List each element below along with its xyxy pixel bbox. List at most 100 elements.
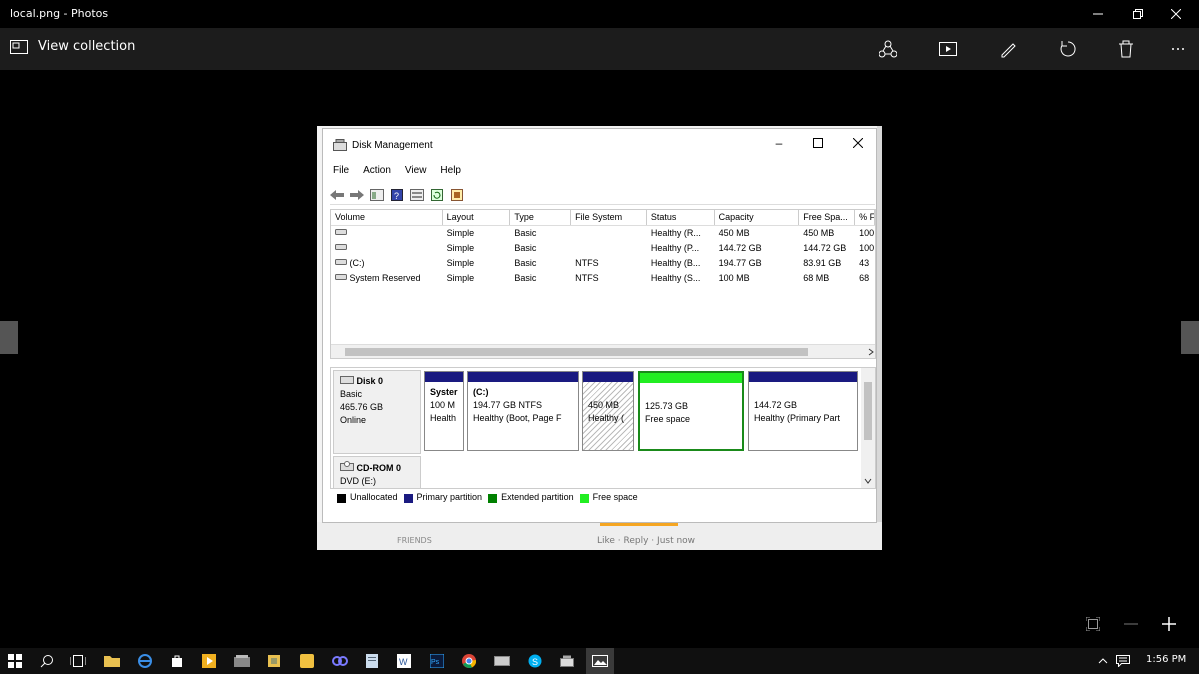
word-button[interactable]: W bbox=[395, 652, 413, 670]
media-app-button[interactable] bbox=[200, 652, 218, 670]
fit-icon bbox=[1086, 617, 1100, 631]
volume-cell bbox=[331, 226, 443, 241]
next-photo-button[interactable] bbox=[1181, 321, 1199, 354]
close-button[interactable] bbox=[1153, 0, 1199, 28]
like-reply-row: Like · Reply · Just now bbox=[597, 536, 696, 546]
partition-free-space[interactable]: 125.73 GB Free space bbox=[638, 371, 744, 451]
disk-management-window: Disk Management – File Action View Help … bbox=[322, 128, 877, 523]
fs-cell bbox=[571, 241, 647, 256]
photo-image: FRIENDS Like · Reply · Just now Disk Man… bbox=[317, 126, 882, 550]
app-button[interactable] bbox=[558, 652, 576, 670]
disk0-label[interactable]: Disk 0 Basic 465.76 GB Online bbox=[333, 370, 421, 454]
menu-action[interactable]: Action bbox=[363, 165, 391, 176]
table-row[interactable]: Simple Basic Healthy (P... 144.72 GB 144… bbox=[331, 241, 875, 256]
start-button[interactable] bbox=[6, 652, 24, 670]
table-row[interactable]: Simple Basic Healthy (R... 450 MB 450 MB… bbox=[331, 226, 875, 241]
col-layout[interactable]: Layout bbox=[443, 210, 511, 225]
col-capacity[interactable]: Capacity bbox=[715, 210, 800, 225]
layout-cell: Simple bbox=[446, 228, 475, 238]
scrollbar-thumb[interactable] bbox=[345, 348, 808, 356]
clock[interactable]: 1:56 PM bbox=[1146, 654, 1186, 665]
app-button[interactable] bbox=[298, 652, 316, 670]
photoshop-button[interactable]: Ps bbox=[428, 652, 446, 670]
share-button[interactable] bbox=[868, 28, 908, 70]
back-arrow-icon[interactable] bbox=[330, 188, 344, 201]
title-bar: local.png - Photos bbox=[0, 0, 1199, 28]
app-button[interactable] bbox=[265, 652, 283, 670]
partition-primary[interactable]: 144.72 GB Healthy (Primary Part bbox=[748, 371, 858, 451]
keyboard-app-button[interactable] bbox=[493, 652, 511, 670]
show-hide-console-icon[interactable] bbox=[370, 188, 384, 201]
search-button[interactable] bbox=[38, 652, 56, 670]
refresh-icon[interactable] bbox=[430, 188, 444, 201]
slideshow-button[interactable] bbox=[928, 28, 968, 70]
dm-close-button[interactable] bbox=[848, 135, 868, 151]
chrome-button[interactable] bbox=[460, 652, 478, 670]
free-cell: 144.72 GB bbox=[803, 243, 847, 253]
show-hidden-icons-button[interactable] bbox=[1094, 652, 1112, 670]
scroll-down-icon[interactable] bbox=[864, 478, 872, 484]
menu-view[interactable]: View bbox=[405, 165, 427, 176]
col-volume[interactable]: Volume bbox=[331, 210, 443, 225]
status-cell: Healthy (B... bbox=[650, 258, 701, 268]
edge-button[interactable] bbox=[136, 652, 154, 670]
rotate-button[interactable] bbox=[1048, 28, 1088, 70]
scroll-right-icon[interactable] bbox=[868, 348, 874, 356]
legend-unallocated: Unallocated bbox=[337, 492, 398, 503]
col-type[interactable]: Type bbox=[510, 210, 572, 225]
col-file-system[interactable]: File System bbox=[571, 210, 647, 225]
menu-file[interactable]: File bbox=[333, 165, 349, 176]
table-row[interactable]: (C:) Simple Basic NTFS Healthy (B... 194… bbox=[331, 256, 875, 271]
folder-icon bbox=[104, 656, 120, 667]
col-status[interactable]: Status bbox=[647, 210, 715, 225]
edit-button[interactable] bbox=[988, 28, 1028, 70]
disk0-name: Disk 0 bbox=[356, 376, 384, 386]
app-button[interactable] bbox=[233, 652, 251, 670]
drive-icon bbox=[335, 274, 347, 280]
media-icon bbox=[202, 654, 216, 668]
delete-button[interactable] bbox=[1106, 28, 1146, 70]
zoom-in-button[interactable] bbox=[1157, 612, 1181, 636]
minus-icon bbox=[1124, 623, 1138, 625]
help-icon[interactable]: ? bbox=[390, 188, 404, 201]
capacity-cell: 450 MB bbox=[718, 228, 750, 238]
layout-cell: Simple bbox=[446, 273, 475, 283]
skype-button[interactable]: S bbox=[526, 652, 544, 670]
dm-maximize-button[interactable] bbox=[808, 135, 828, 151]
properties-icon[interactable] bbox=[410, 188, 424, 201]
horizontal-scrollbar[interactable] bbox=[331, 344, 875, 358]
type-cell: Basic bbox=[514, 258, 537, 268]
app-button[interactable] bbox=[331, 652, 349, 670]
capacity-cell: 194.77 GB bbox=[718, 258, 762, 268]
previous-photo-button[interactable] bbox=[0, 321, 18, 354]
file-explorer-button[interactable] bbox=[103, 652, 121, 670]
notifications-button[interactable] bbox=[1114, 652, 1132, 670]
more-button[interactable] bbox=[1158, 28, 1198, 70]
forward-arrow-icon[interactable] bbox=[350, 188, 364, 201]
table-row[interactable]: System Reserved Simple Basic NTFS Health… bbox=[331, 271, 875, 286]
window-title: local.png - Photos bbox=[10, 7, 109, 20]
view-collection-button[interactable]: View collection bbox=[10, 39, 135, 54]
volume-cell bbox=[331, 241, 443, 256]
partition-recovery[interactable]: 450 MB Healthy ( bbox=[582, 371, 634, 451]
fit-to-window-button[interactable] bbox=[1081, 612, 1105, 636]
task-view-button[interactable] bbox=[69, 652, 87, 670]
rescan-disks-icon[interactable] bbox=[450, 188, 464, 201]
pct-cell: 43 bbox=[859, 258, 870, 268]
keyboard-icon bbox=[494, 656, 510, 666]
store-button[interactable] bbox=[168, 652, 186, 670]
scrollbar-thumb[interactable] bbox=[864, 382, 872, 440]
menu-help[interactable]: Help bbox=[440, 165, 461, 176]
partition-c-drive[interactable]: (C:) 194.77 GB NTFS Healthy (Boot, Page F bbox=[467, 371, 579, 451]
dm-minimize-button[interactable]: – bbox=[769, 135, 789, 151]
type-cell: Basic bbox=[514, 273, 537, 283]
col-free-space[interactable]: Free Spa... bbox=[799, 210, 856, 225]
col-percent-free[interactable]: % F bbox=[855, 210, 875, 225]
partition-system-reserved[interactable]: Syster 100 M Health bbox=[424, 371, 464, 451]
cdrom-label[interactable]: CD-ROM 0 DVD (E:) bbox=[333, 456, 421, 488]
app-button[interactable] bbox=[363, 652, 381, 670]
zoom-out-button[interactable] bbox=[1119, 612, 1143, 636]
photos-app-button[interactable] bbox=[586, 648, 614, 674]
type-cell: Basic bbox=[514, 243, 537, 253]
vertical-scrollbar[interactable] bbox=[861, 368, 875, 488]
